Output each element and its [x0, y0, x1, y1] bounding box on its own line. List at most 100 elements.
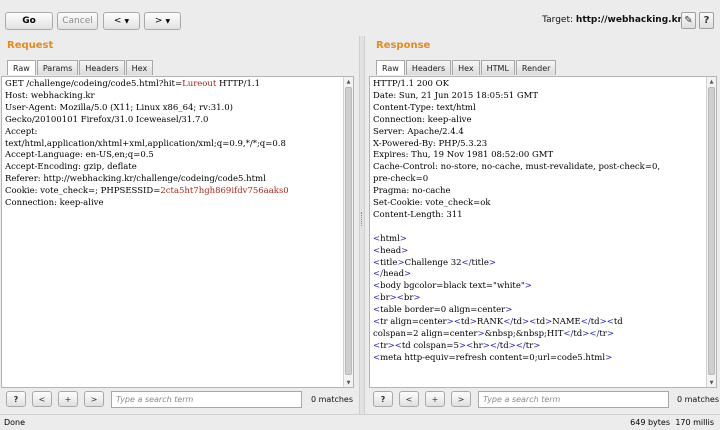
text-segment: HTTP/1.1 — [216, 79, 261, 89]
text-segment: HTTP/1.1 200 OK — [373, 79, 449, 89]
response-scrollbar[interactable]: ▲ ▼ — [706, 77, 716, 387]
search-help-button[interactable]: ? — [373, 391, 393, 407]
text-segment: head — [380, 245, 402, 256]
text-segment: tr align=center — [380, 317, 447, 328]
back-icon: < — [113, 16, 122, 26]
text-line: Cookie: vote_check=; PHPSESSID=2cta5ht7h… — [5, 186, 350, 198]
text-segment: tr — [599, 329, 607, 340]
request-title: Request — [7, 40, 54, 51]
search-next-button[interactable]: > — [451, 391, 471, 407]
split-divider[interactable] — [359, 36, 365, 414]
go-button[interactable]: Go — [5, 12, 53, 30]
text-line: Cache-Control: no-store, no-cache, must-… — [373, 162, 713, 174]
text-segment: td colspan=5 — [401, 340, 459, 351]
scroll-down-icon[interactable]: ▼ — [344, 378, 353, 387]
text-line: <meta http-equiv=refresh content=0;url=c… — [373, 353, 713, 365]
forward-button[interactable]: > ▼ — [144, 12, 181, 30]
text-line: <head> — [373, 246, 713, 258]
text-line: Connection: keep-alive — [373, 115, 713, 127]
text-segment: &nbsp;&nbsp;HIT — [484, 329, 564, 340]
request-match-count: 0 matches — [311, 395, 354, 404]
markup-bracket: </ — [503, 317, 514, 328]
request-tab-raw[interactable]: Raw — [7, 60, 36, 75]
response-search-input[interactable] — [478, 391, 669, 408]
cancel-button[interactable]: Cancel — [57, 12, 98, 30]
toolbar: Go Cancel < ▼ > ▼ Target: http://webhackin… — [0, 0, 720, 36]
text-segment: Referer: http://webhacking.kr/challenge/… — [5, 174, 266, 185]
request-search-input[interactable] — [111, 391, 302, 408]
text-segment: text/html,application/xhtml+xml,applicat… — [5, 138, 286, 149]
text-segment: Date: Sun, 21 Jun 2015 18:05:51 GMT — [373, 90, 539, 101]
pencil-icon: ✎ — [684, 15, 693, 26]
divider-grip[interactable] — [361, 212, 363, 226]
search-help-button[interactable]: ? — [6, 391, 26, 407]
response-tab-raw[interactable]: Raw — [376, 60, 405, 75]
scroll-up-icon[interactable]: ▲ — [344, 77, 353, 86]
scroll-down-icon[interactable]: ▼ — [707, 378, 716, 387]
help-icon: ? — [703, 15, 710, 26]
text-segment: Expires: Thu, 19 Nov 1981 08:52:00 GMT — [373, 150, 554, 161]
response-title: Response — [376, 40, 431, 51]
request-raw-text[interactable]: GET /challenge/codeing/code5.html?hit=Lu… — [2, 77, 353, 212]
request-scroll-thumb[interactable] — [345, 87, 352, 375]
markup-bracket: >< — [389, 293, 404, 304]
response-tab-hex[interactable]: Hex — [452, 60, 480, 75]
highlighted-value: 2cta5ht7hgh869ifdv756aaks0 — [160, 186, 289, 197]
text-line: <tr align=center><td>RANK</td><td>NAME</… — [373, 317, 713, 329]
text-line: Server: Apache/2.4.4 — [373, 127, 713, 139]
text-segment: Set-Cookie: vote_check=ok — [373, 198, 491, 209]
markup-bracket: > — [413, 293, 421, 304]
request-tabs: Raw Params Headers Hex — [7, 60, 154, 75]
text-segment: br — [403, 293, 414, 304]
text-segment: Connection: keep-alive — [5, 198, 104, 209]
response-match-count: 0 matches — [677, 395, 720, 404]
text-line: Content-Type: text/html — [373, 103, 713, 115]
search-add-button[interactable]: + — [425, 391, 445, 407]
text-segment: Connection: keep-alive — [373, 114, 472, 125]
search-prev-button[interactable]: < — [32, 391, 52, 407]
response-pane[interactable]: HTTP/1.1 200 OK Date: Sun, 21 Jun 2015 18… — [369, 76, 717, 388]
help-button[interactable]: ? — [699, 12, 714, 29]
text-line: Expires: Thu, 19 Nov 1981 08:52:00 GMT — [373, 150, 713, 162]
back-button[interactable]: < ▼ — [103, 12, 140, 30]
text-line — [373, 222, 713, 234]
request-pane[interactable]: GET /challenge/codeing/code5.html?hit=Lu… — [1, 76, 354, 388]
response-scroll-thumb[interactable] — [708, 87, 715, 375]
response-tab-render[interactable]: Render — [515, 60, 557, 75]
text-segment: td — [499, 340, 509, 351]
search-next-button[interactable]: > — [84, 391, 104, 407]
dropdown-caret-icon: ▼ — [165, 17, 171, 25]
search-prev-button[interactable]: < — [399, 391, 419, 407]
response-search-bar: ? < + > 0 matches — [367, 391, 720, 409]
scroll-up-icon[interactable]: ▲ — [707, 77, 716, 86]
response-tab-headers[interactable]: Headers — [405, 60, 452, 75]
target-prefix: Target: — [542, 15, 574, 25]
text-line: User-Agent: Mozilla/5.0 (X11; Linux x86_… — [5, 103, 350, 115]
text-line: Pragma: no-cache — [373, 186, 713, 198]
text-line: colspan=2 align=center>&nbsp;&nbsp;HIT</… — [373, 329, 713, 341]
text-line: <html> — [373, 234, 713, 246]
markup-bracket: ></ — [582, 329, 600, 340]
text-segment: td — [460, 317, 470, 328]
text-segment: table border=0 align=center — [380, 305, 506, 316]
markup-bracket: </ — [461, 257, 472, 268]
text-segment: html — [380, 233, 400, 244]
text-segment: Cache-Control: no-store, no-cache, must-… — [373, 162, 661, 173]
text-line: <tr><td colspan=5><hr></td></tr> — [373, 341, 713, 353]
request-tab-hex[interactable]: Hex — [125, 60, 154, 75]
response-time: 170 millis — [675, 418, 714, 427]
request-tab-headers[interactable]: Headers — [79, 60, 125, 75]
dropdown-caret-icon: ▼ — [124, 17, 130, 25]
request-scrollbar[interactable]: ▲ ▼ — [343, 77, 353, 387]
request-tab-params[interactable]: Params — [36, 60, 79, 75]
text-line: <body bgcolor=black text="white"> — [373, 281, 713, 293]
text-line: HTTP/1.1 200 OK — [373, 79, 713, 91]
text-line: Accept: — [5, 127, 350, 139]
text-segment: td — [573, 329, 583, 340]
search-add-button[interactable]: + — [58, 391, 78, 407]
response-raw-text[interactable]: HTTP/1.1 200 OK Date: Sun, 21 Jun 2015 18… — [370, 77, 716, 367]
response-tab-html[interactable]: HTML — [480, 60, 515, 75]
text-segment: body bgcolor=black text="white" — [380, 281, 525, 292]
edit-target-button[interactable]: ✎ — [681, 12, 696, 29]
text-line: Accept-Language: en-US,en;q=0.5 — [5, 150, 350, 162]
